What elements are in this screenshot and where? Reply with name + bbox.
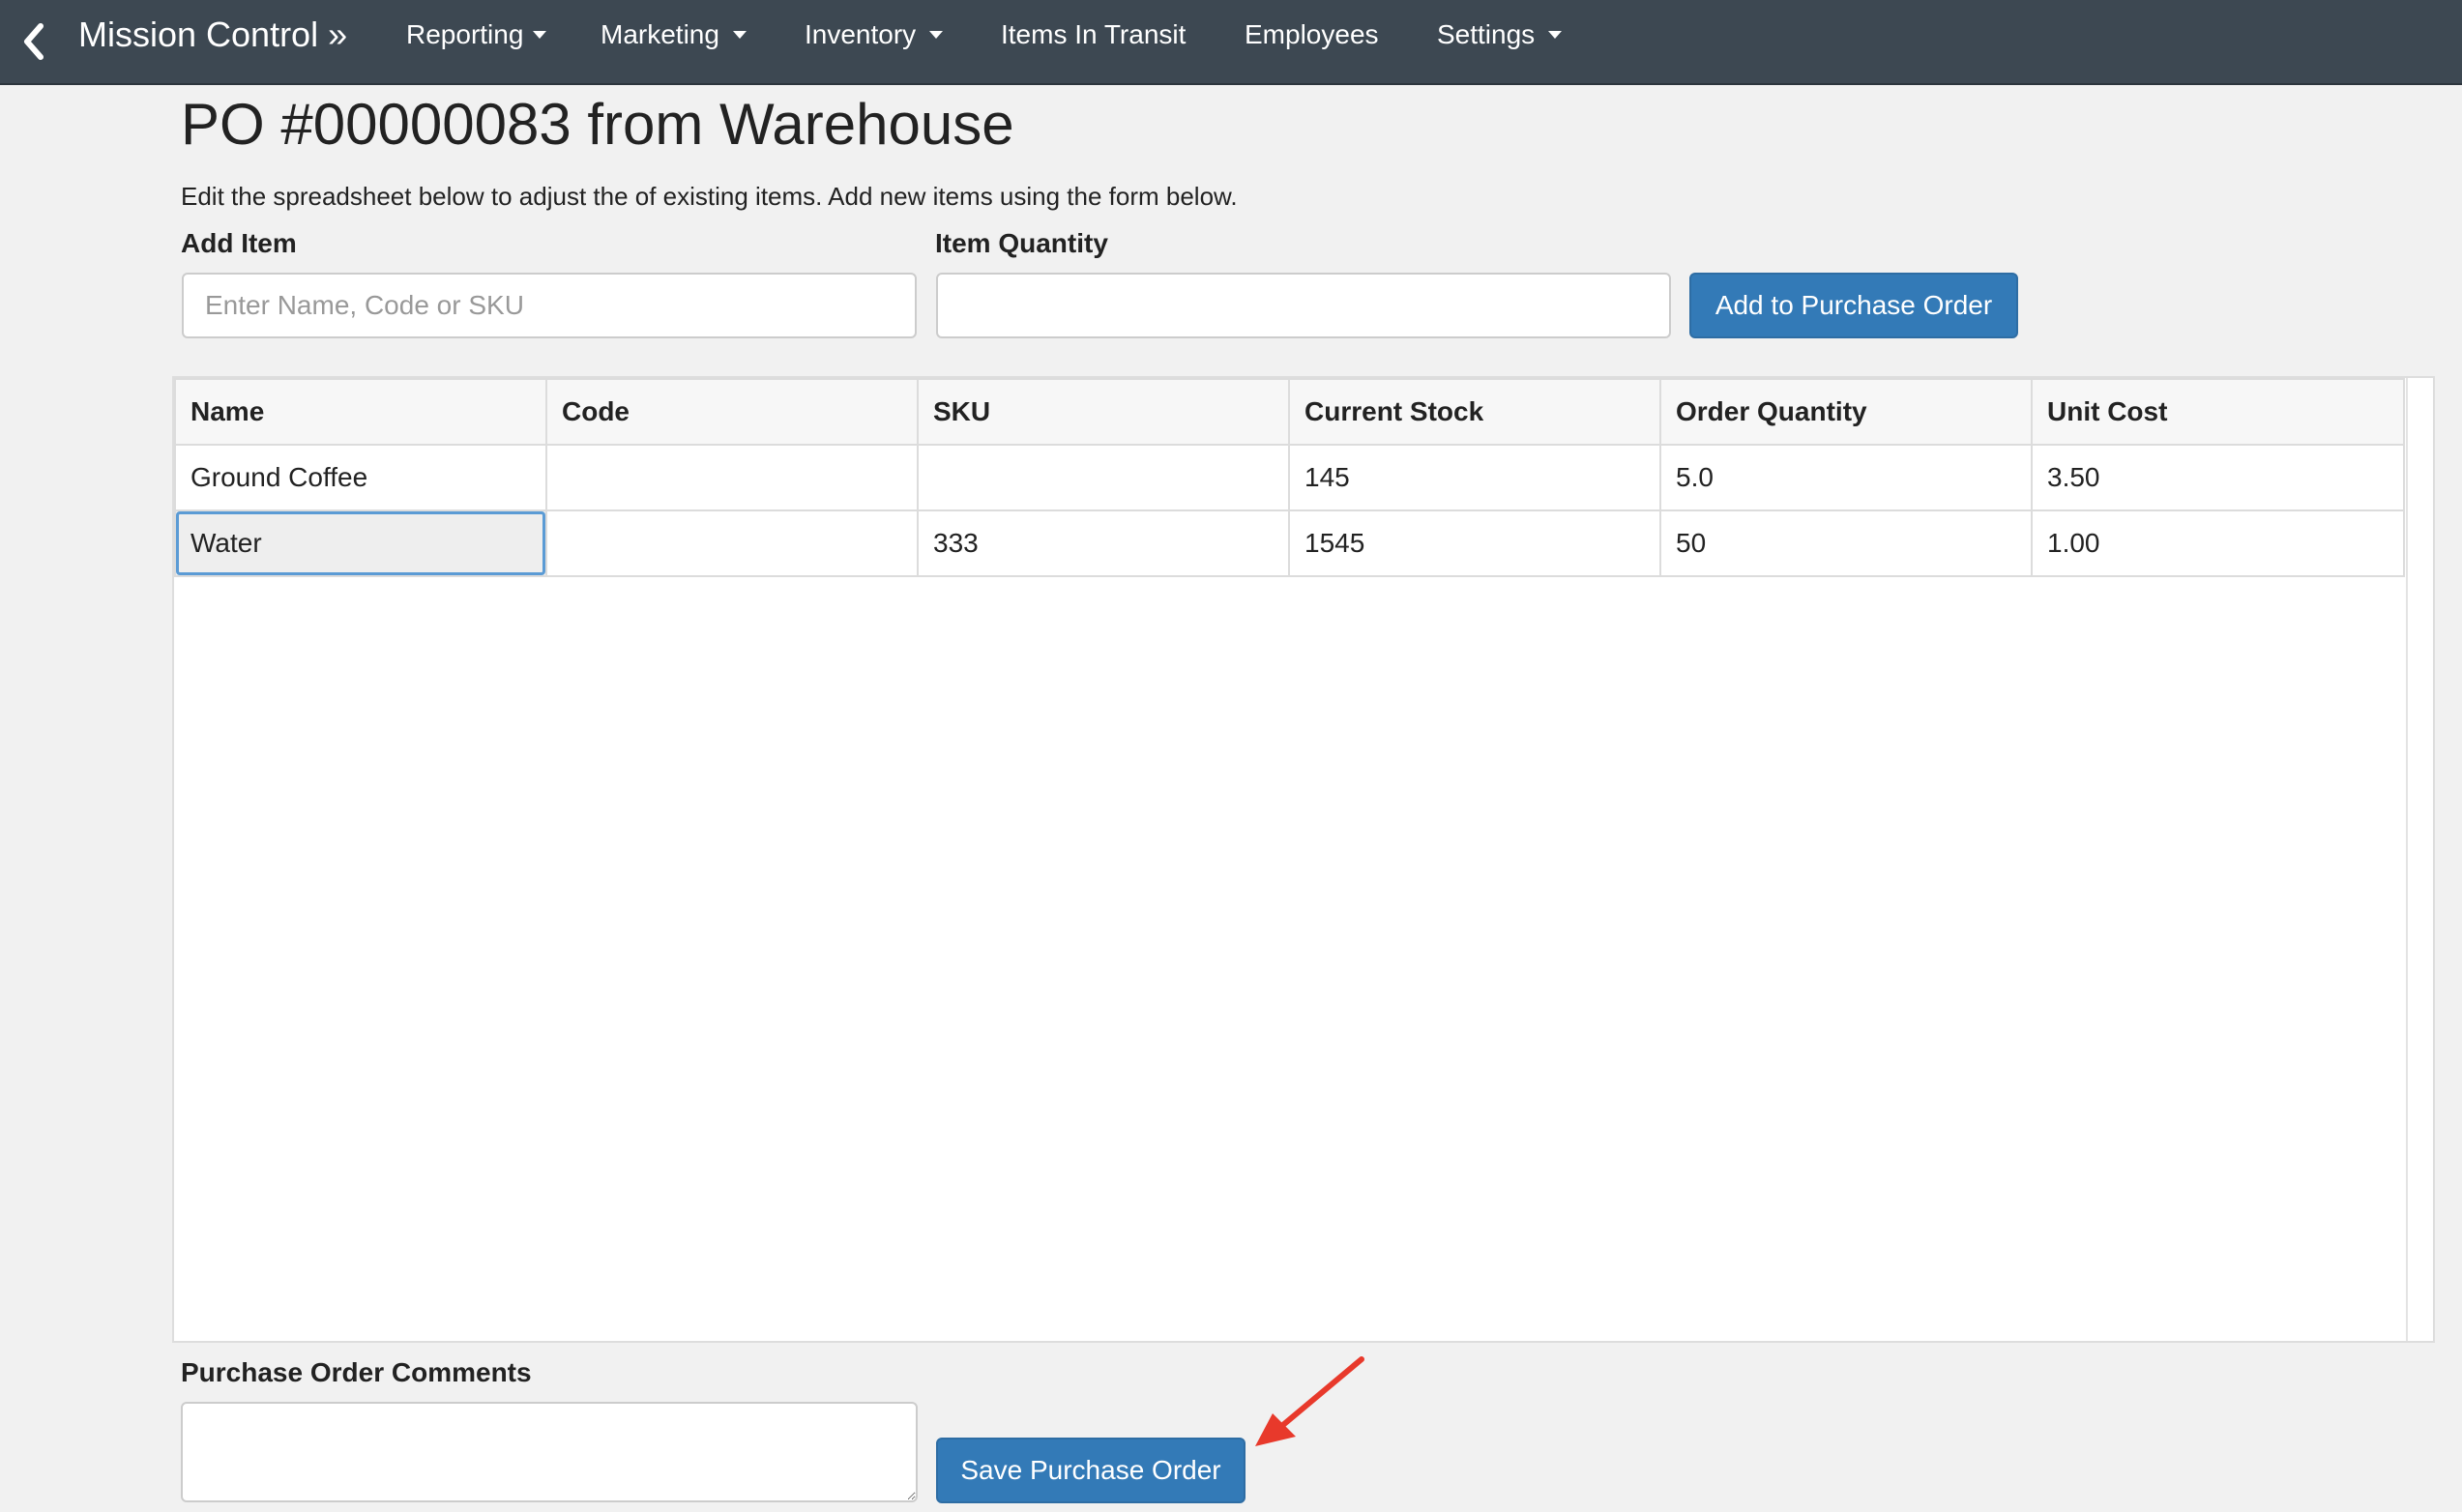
page-title: PO #00000083 from Warehouse (181, 92, 1014, 157)
table-row: Ground Coffee 145 5.0 3.50 (174, 444, 2405, 511)
cell-code[interactable] (545, 444, 919, 511)
add-item-input[interactable] (182, 273, 917, 338)
help-text: Edit the spreadsheet below to adjust the… (181, 182, 1238, 211)
red-arrow-annotation-icon (1255, 1356, 1364, 1446)
cell-unit-cost[interactable]: 3.50 (2031, 444, 2405, 511)
column-header-unit-cost[interactable]: Unit Cost (2031, 378, 2405, 446)
cell-current-stock[interactable]: 145 (1288, 444, 1661, 511)
cell-name-selected[interactable]: Water (174, 509, 547, 577)
caret-down-icon (732, 30, 747, 39)
save-purchase-order-button[interactable]: Save Purchase Order (936, 1438, 1246, 1503)
purchase-order-spreadsheet[interactable]: Name Code SKU Current Stock Order Quanti… (172, 376, 2435, 1343)
column-header-current-stock[interactable]: Current Stock (1288, 378, 1661, 446)
column-header-sku[interactable]: SKU (917, 378, 1290, 446)
nav-employees[interactable]: Employees (1245, 17, 1379, 52)
nav-reporting[interactable]: Reporting (406, 17, 547, 52)
comments-textarea[interactable] (181, 1402, 918, 1502)
caret-down-icon (929, 30, 944, 39)
cell-current-stock[interactable]: 1545 (1288, 509, 1661, 577)
column-header-order-quantity[interactable]: Order Quantity (1659, 378, 2033, 446)
cell-order-quantity[interactable]: 5.0 (1659, 444, 2033, 511)
nav-settings-label: Settings (1437, 19, 1536, 49)
nav-items-in-transit-label: Items In Transit (1001, 19, 1187, 49)
nav-marketing[interactable]: Marketing (601, 17, 747, 52)
nav-inventory[interactable]: Inventory (805, 17, 944, 52)
caret-down-icon (533, 30, 547, 39)
add-to-purchase-order-button[interactable]: Add to Purchase Order (1689, 273, 2018, 338)
nav-marketing-label: Marketing (601, 19, 719, 49)
spreadsheet-scroll-edge (2406, 378, 2408, 1341)
column-header-code[interactable]: Code (545, 378, 919, 446)
back-chevron-icon[interactable] (17, 17, 50, 66)
nav-settings[interactable]: Settings (1437, 17, 1563, 52)
cell-name[interactable]: Ground Coffee (174, 444, 547, 511)
cell-sku[interactable]: 333 (917, 509, 1290, 577)
cell-unit-cost[interactable]: 1.00 (2031, 509, 2405, 577)
cell-order-quantity[interactable]: 50 (1659, 509, 2033, 577)
table-row: Water 333 1545 50 1.00 (174, 509, 2405, 577)
add-item-label: Add Item (181, 228, 297, 258)
caret-down-icon (1548, 30, 1563, 39)
table-header-row: Name Code SKU Current Stock Order Quanti… (174, 378, 2405, 446)
column-header-name[interactable]: Name (174, 378, 547, 446)
nav-items-in-transit[interactable]: Items In Transit (1001, 17, 1186, 52)
comments-label: Purchase Order Comments (181, 1357, 532, 1387)
top-navbar: Mission Control » Reporting Marketing In… (0, 0, 2462, 85)
cell-sku[interactable] (917, 444, 1290, 511)
cell-code[interactable] (545, 509, 919, 577)
items-table: Name Code SKU Current Stock Order Quanti… (174, 378, 2405, 577)
item-quantity-input[interactable] (936, 273, 1671, 338)
nav-employees-label: Employees (1245, 19, 1379, 49)
nav-inventory-label: Inventory (805, 19, 917, 49)
brand-mission-control[interactable]: Mission Control » (78, 14, 347, 56)
item-quantity-label: Item Quantity (935, 228, 1108, 258)
nav-reporting-label: Reporting (406, 19, 524, 49)
